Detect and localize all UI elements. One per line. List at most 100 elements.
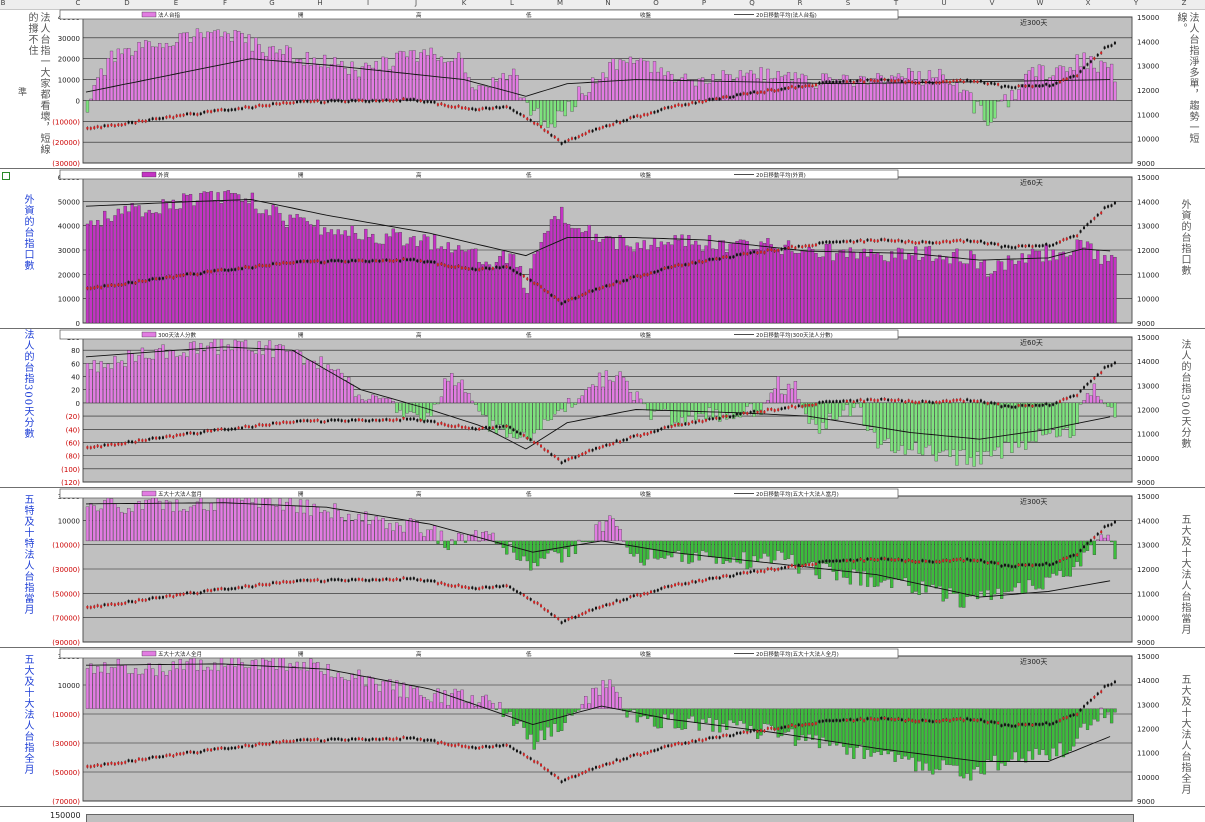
bar bbox=[237, 31, 241, 101]
candle-body bbox=[849, 718, 852, 721]
candle-body bbox=[495, 584, 498, 588]
column-letter-S[interactable]: S bbox=[846, 0, 850, 7]
column-letter-W[interactable]: W bbox=[1037, 0, 1044, 7]
y-right-tick-label: 12000 bbox=[1137, 407, 1159, 415]
candle-body bbox=[134, 600, 137, 604]
candle-body bbox=[354, 578, 357, 581]
column-letter-Q[interactable]: Q bbox=[749, 0, 755, 7]
bar bbox=[625, 380, 629, 404]
bar bbox=[749, 540, 753, 568]
bar bbox=[965, 263, 969, 324]
column-letter-F[interactable]: F bbox=[223, 0, 227, 7]
bar bbox=[377, 243, 382, 324]
bar bbox=[824, 243, 828, 324]
column-letter-L[interactable]: L bbox=[510, 0, 514, 7]
bar bbox=[656, 247, 660, 324]
candle-body bbox=[818, 241, 821, 245]
candle-body bbox=[969, 559, 972, 562]
bar bbox=[532, 253, 536, 324]
cell-cursor[interactable] bbox=[2, 172, 10, 180]
bar bbox=[494, 402, 499, 434]
column-letter-K[interactable]: K bbox=[462, 0, 467, 7]
candle-body bbox=[612, 123, 615, 126]
candle-body bbox=[213, 747, 216, 751]
column-letter-G[interactable]: G bbox=[269, 0, 274, 7]
bar bbox=[697, 244, 701, 324]
candle-body bbox=[419, 99, 422, 103]
chart-svg-4: 3000010000(10000)(30000)(50000)(70000)15… bbox=[52, 648, 1159, 806]
bar bbox=[549, 219, 554, 324]
candle-body bbox=[368, 260, 371, 263]
column-letter-M[interactable]: M bbox=[557, 0, 563, 7]
bar bbox=[116, 48, 121, 101]
candle-body bbox=[323, 739, 326, 743]
column-letter-Z[interactable]: Z bbox=[1182, 0, 1187, 7]
column-letter-R[interactable]: R bbox=[798, 0, 803, 7]
candle-body bbox=[268, 264, 271, 267]
column-letter-N[interactable]: N bbox=[605, 0, 610, 7]
candle-body bbox=[529, 757, 532, 760]
candle-body bbox=[155, 117, 158, 120]
candle-body bbox=[780, 248, 783, 251]
candle-body bbox=[395, 98, 398, 102]
column-letter-O[interactable]: O bbox=[653, 0, 659, 7]
bar bbox=[666, 242, 670, 324]
candle-body bbox=[1007, 245, 1010, 248]
column-letter-T[interactable]: T bbox=[894, 0, 898, 7]
column-letter-V[interactable]: V bbox=[990, 0, 995, 7]
column-letter-Y[interactable]: Y bbox=[1134, 0, 1138, 7]
candle-body bbox=[708, 258, 711, 261]
bar bbox=[340, 677, 344, 709]
legend-label: 開 bbox=[298, 651, 304, 658]
bar bbox=[240, 662, 244, 709]
candle-body bbox=[485, 426, 488, 429]
bar bbox=[979, 540, 983, 592]
candle-body bbox=[106, 762, 109, 766]
candle-body bbox=[900, 399, 903, 402]
bar bbox=[542, 100, 547, 121]
candle-body bbox=[893, 239, 896, 243]
candle-body bbox=[357, 99, 360, 102]
candle-body bbox=[766, 727, 769, 730]
bar bbox=[845, 402, 849, 405]
bar bbox=[769, 708, 773, 726]
bar bbox=[474, 706, 478, 709]
column-letter-X[interactable]: X bbox=[1086, 0, 1091, 7]
bar bbox=[415, 402, 419, 415]
candle-body bbox=[863, 240, 866, 244]
bar bbox=[955, 248, 959, 324]
candle-body bbox=[835, 80, 838, 84]
bar bbox=[254, 37, 258, 101]
bar bbox=[573, 100, 578, 108]
candle-body bbox=[935, 401, 938, 404]
candle-body bbox=[337, 578, 340, 581]
bar bbox=[876, 708, 880, 752]
column-letter-B[interactable]: B bbox=[1, 0, 6, 7]
bar bbox=[85, 363, 90, 404]
y-right-tick-label: 9000 bbox=[1137, 160, 1155, 168]
column-letter-E[interactable]: E bbox=[174, 0, 178, 7]
bar bbox=[209, 502, 213, 542]
candle-body bbox=[959, 398, 962, 401]
candle-body bbox=[595, 127, 598, 131]
bar bbox=[982, 100, 987, 121]
bar bbox=[855, 708, 859, 748]
candle-body bbox=[412, 736, 415, 740]
column-letter-P[interactable]: P bbox=[702, 0, 706, 7]
bar bbox=[316, 219, 320, 324]
column-letter-C[interactable]: C bbox=[76, 0, 81, 7]
column-letter-J[interactable]: J bbox=[415, 0, 417, 7]
bar bbox=[192, 36, 196, 101]
candle-body bbox=[405, 736, 408, 740]
column-letter-D[interactable]: D bbox=[124, 0, 129, 7]
column-letter-U[interactable]: U bbox=[941, 0, 946, 7]
column-letter-H[interactable]: H bbox=[317, 0, 322, 7]
candle-body bbox=[100, 764, 103, 768]
candle-body bbox=[986, 721, 989, 724]
candle-body bbox=[151, 117, 154, 120]
bar bbox=[1092, 708, 1097, 720]
candle-body bbox=[890, 558, 893, 561]
column-letter-I[interactable]: I bbox=[367, 0, 369, 7]
bar bbox=[240, 341, 244, 404]
bar bbox=[594, 687, 598, 709]
